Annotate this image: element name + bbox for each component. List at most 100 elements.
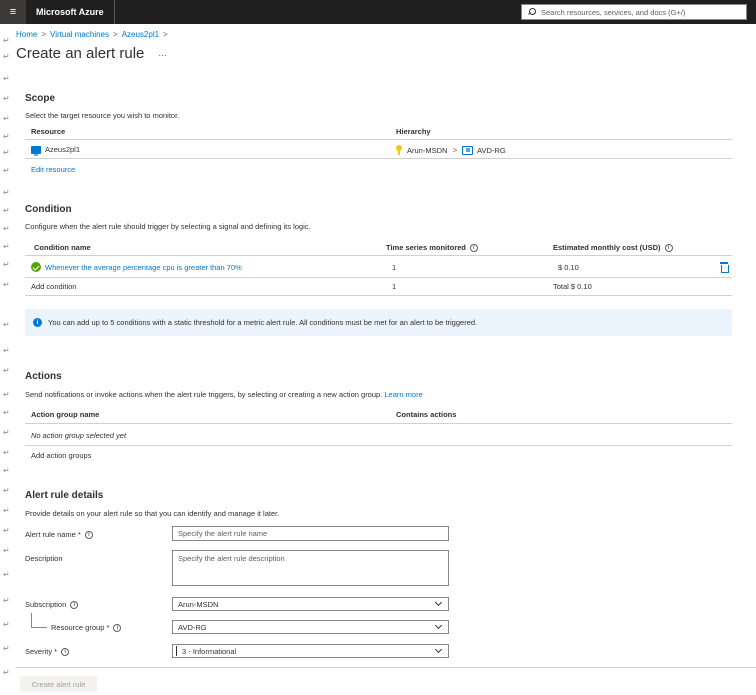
- scope-resource-cell: Azeus2pl1: [31, 145, 81, 156]
- top-bar: ≡ Microsoft Azure Search resources, serv…: [0, 0, 756, 24]
- breadcrumb-separator: >: [41, 30, 47, 39]
- divider: [25, 158, 732, 159]
- paragraph-mark: ↵: [3, 52, 10, 61]
- scope-heading: Scope: [25, 93, 56, 104]
- condition-cost-value: $ 0.10: [558, 263, 579, 272]
- paragraph-mark: ↵: [3, 74, 10, 83]
- check-circle-icon: [31, 262, 41, 272]
- tree-connector: [31, 627, 47, 628]
- paragraph-mark: ↵: [3, 188, 10, 197]
- breadcrumb-separator: >: [113, 30, 118, 39]
- info-icon[interactable]: i: [664, 243, 673, 252]
- subscription-select[interactable]: Arun-MSDN: [172, 597, 449, 611]
- info-icon[interactable]: i: [84, 530, 93, 539]
- paragraph-mark: ↵: [3, 390, 10, 399]
- actions-col-group: Action group name: [31, 410, 100, 419]
- paragraph-mark: ↵: [3, 526, 10, 535]
- breadcrumb-vm[interactable]: Azeus2pl1: [122, 30, 159, 39]
- breadcrumb-home[interactable]: Home: [16, 30, 37, 39]
- hierarchy-subscription: Arun-MSDN: [407, 145, 448, 155]
- delete-icon[interactable]: [720, 262, 729, 273]
- condition-col-cost-label: Estimated monthly cost (USD): [553, 243, 661, 252]
- actions-heading: Actions: [25, 371, 62, 382]
- learn-more-link[interactable]: Learn more: [384, 390, 422, 399]
- paragraph-mark: ↵: [3, 620, 10, 629]
- create-alert-rule-button[interactable]: Create alert rule: [20, 676, 97, 692]
- severity-label-text: Severity *: [25, 647, 58, 656]
- paragraph-mark: ↵: [3, 320, 10, 329]
- condition-name-link[interactable]: Whenever the average percentage cpu is g…: [45, 263, 242, 272]
- actions-empty-row: No action group selected yet: [31, 431, 127, 440]
- scope-description: Select the target resource you wish to m…: [25, 111, 180, 120]
- info-icon[interactable]: i: [469, 243, 478, 252]
- tree-connector: [31, 613, 32, 628]
- condition-col-series-label: Time series monitored: [386, 243, 466, 252]
- actions-col-contains: Contains actions: [396, 410, 457, 419]
- breadcrumb-virtual-machines[interactable]: Virtual machines: [50, 30, 109, 39]
- info-icon[interactable]: i: [61, 647, 70, 656]
- condition-col-cost: Estimated monthly cost (USD) i: [553, 243, 673, 252]
- paragraph-mark: ↵: [3, 260, 10, 269]
- global-search-input[interactable]: Search resources, services, and docs (G+…: [521, 4, 747, 20]
- condition-heading: Condition: [25, 204, 72, 215]
- subscription-key-icon: [396, 145, 402, 155]
- paragraph-mark: ↵: [3, 596, 10, 605]
- paragraph-mark: ↵: [3, 148, 10, 157]
- subscription-value: Arun-MSDN: [178, 599, 219, 609]
- condition-col-name: Condition name: [34, 243, 91, 252]
- chevron-down-icon: [434, 621, 443, 630]
- paragraph-mark: ↵: [3, 114, 10, 123]
- edit-resource-link[interactable]: Edit resource: [31, 165, 75, 174]
- paragraph-mark: ↵: [3, 206, 10, 215]
- virtual-machine-icon: [31, 145, 41, 156]
- subscription-label: Subscription i: [25, 600, 79, 609]
- severity-value: 3 - Informational: [182, 646, 237, 656]
- paragraph-mark: ↵: [3, 466, 10, 475]
- paragraph-mark: ↵: [3, 280, 10, 289]
- condition-info-text: You can add up to 5 conditions with a st…: [48, 318, 478, 327]
- divider: [25, 423, 732, 424]
- actions-description: Send notifications or invoke actions whe…: [25, 390, 423, 399]
- paragraph-mark: ↵: [3, 346, 10, 355]
- details-description: Provide details on your alert rule so th…: [25, 509, 280, 518]
- scope-col-hierarchy: Hierarchy: [396, 127, 431, 136]
- paragraph-mark: ↵: [3, 506, 10, 515]
- alert-rule-name-label: Alert rule name * i: [25, 530, 93, 539]
- paragraph-mark: ↵: [3, 448, 10, 457]
- brand-title[interactable]: Microsoft Azure: [26, 0, 115, 24]
- divider: [25, 295, 732, 296]
- severity-label: Severity * i: [25, 647, 70, 656]
- text-cursor: [176, 646, 177, 656]
- condition-total-cost: Total $ 0.10: [553, 282, 592, 291]
- info-icon[interactable]: i: [113, 623, 122, 632]
- paragraph-mark: ↵: [3, 408, 10, 417]
- divider: [25, 139, 732, 140]
- hierarchy-resource-group: AVD-RG: [477, 145, 506, 155]
- info-icon[interactable]: i: [70, 600, 79, 609]
- more-options-button[interactable]: ...: [158, 48, 166, 59]
- paragraph-mark: ↵: [3, 668, 10, 677]
- paragraph-mark: ↵: [3, 166, 10, 175]
- chevron-down-icon: [434, 645, 443, 654]
- alert-rule-name-label-text: Alert rule name *: [25, 530, 81, 539]
- alert-rule-name-input[interactable]: Specify the alert rule name: [172, 526, 449, 541]
- paragraph-mark: ↵: [3, 570, 10, 579]
- condition-row: Whenever the average percentage cpu is g…: [31, 262, 242, 272]
- paragraph-mark: ↵: [3, 242, 10, 251]
- add-condition-link[interactable]: Add condition: [31, 282, 76, 291]
- scope-col-resource: Resource: [31, 127, 66, 136]
- resource-group-select[interactable]: AVD-RG: [172, 620, 449, 634]
- description-textarea[interactable]: Specify the alert rule description: [172, 550, 449, 586]
- menu-icon[interactable]: ≡: [0, 0, 26, 24]
- scope-resource-name: Azeus2pl1: [45, 145, 81, 154]
- add-action-groups-link[interactable]: Add action groups: [31, 451, 91, 460]
- resource-group-label: Resource group * i: [51, 623, 122, 632]
- severity-select[interactable]: 3 - Informational: [172, 644, 449, 658]
- paragraph-mark: ↵: [3, 224, 10, 233]
- breadcrumb: Home > Virtual machines > Azeus2pl1 >: [16, 30, 168, 39]
- paragraph-mark: ↵: [3, 366, 10, 375]
- search-icon: [528, 8, 536, 16]
- paragraph-mark: ↵: [3, 546, 10, 555]
- paragraph-mark: ↵: [3, 428, 10, 437]
- breadcrumb-separator: >: [163, 30, 168, 39]
